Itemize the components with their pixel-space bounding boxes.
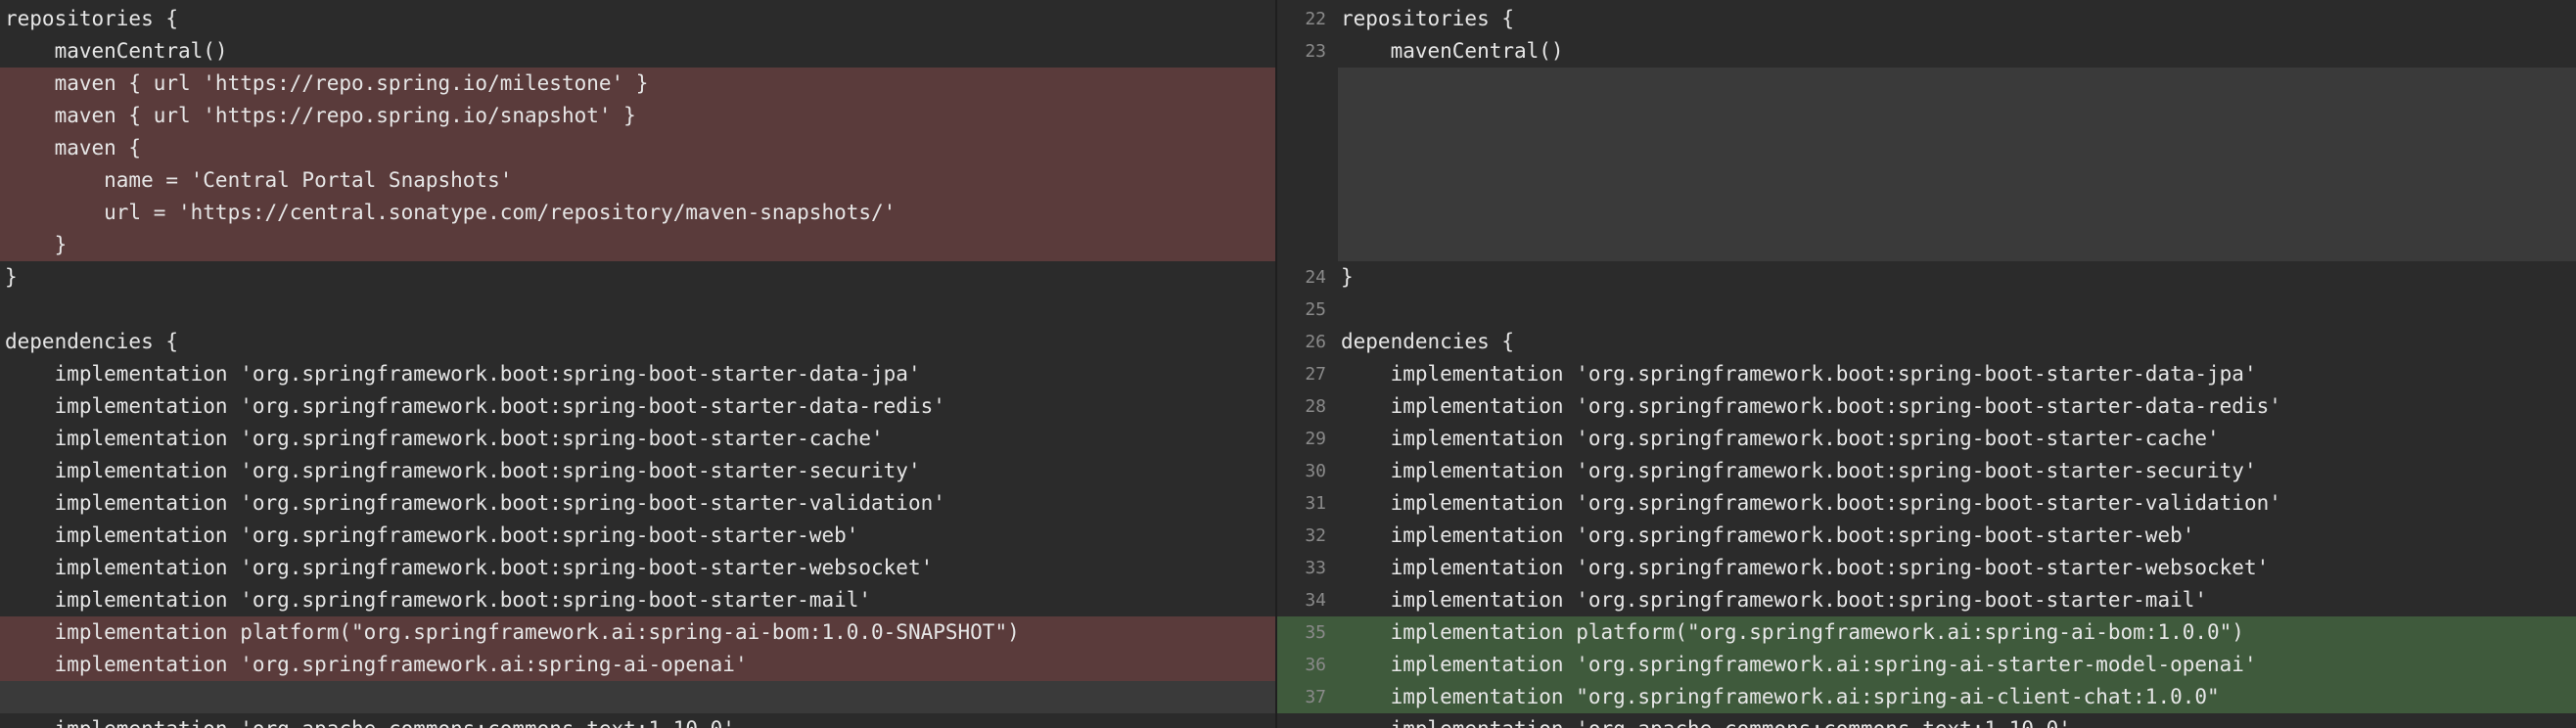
line-number: 24 (1305, 267, 1326, 288)
code-text: implementation 'org.springframework.boot… (1341, 588, 2208, 612)
code-line (0, 681, 1275, 713)
code-text: maven { url 'https://repo.spring.io/snap… (5, 104, 636, 127)
code-text: implementation 'org.apache.commons:commo… (1341, 713, 2071, 728)
code-line: repositories { (0, 3, 1275, 35)
code-text: implementation platform("org.springframe… (1341, 620, 2244, 644)
code-line: implementation 'org.springframework.boot… (0, 455, 1275, 487)
code-text: } (5, 233, 68, 256)
code-text: implementation "org.springframework.ai:s… (1341, 685, 2220, 708)
code-text: implementation platform("org.springframe… (5, 620, 1020, 644)
code-line: 32 implementation 'org.springframework.b… (1277, 520, 2576, 552)
code-text: implementation 'org.springframework.boot… (1341, 394, 2281, 418)
line-number: 23 (1305, 41, 1326, 62)
deleted-line: name = 'Central Portal Snapshots' (0, 164, 1275, 197)
code-text: url = 'https://central.sonatype.com/repo… (5, 201, 897, 224)
line-number: 26 (1305, 332, 1326, 352)
code-text: } (1341, 265, 1354, 289)
diff-viewer: repositories { mavenCentral() maven { ur… (0, 0, 2576, 728)
code-text: maven { url 'https://repo.spring.io/mile… (5, 71, 649, 95)
original-pane[interactable]: repositories { mavenCentral() maven { ur… (0, 0, 1275, 728)
line-number: 31 (1305, 493, 1326, 514)
code-text: implementation 'org.springframework.boot… (1341, 362, 2257, 386)
diff-filler-block (1338, 68, 2576, 261)
code-line: implementation 'org.apache.commons:commo… (1277, 713, 2576, 728)
added-line: 37 implementation "org.springframework.a… (1277, 681, 2576, 713)
code-line: 30 implementation 'org.springframework.b… (1277, 455, 2576, 487)
code-text: implementation 'org.springframework.boot… (5, 491, 945, 515)
code-text: implementation 'org.springframework.boot… (5, 362, 921, 386)
code-text: implementation 'org.springframework.ai:s… (5, 653, 748, 676)
line-number: 22 (1305, 9, 1326, 29)
code-text: implementation 'org.springframework.boot… (1341, 491, 2281, 515)
code-line: 29 implementation 'org.springframework.b… (1277, 423, 2576, 455)
code-text: implementation 'org.springframework.boot… (5, 427, 884, 450)
code-text: implementation 'org.springframework.boot… (5, 588, 872, 612)
code-line: 33 implementation 'org.springframework.b… (1277, 552, 2576, 584)
code-line: 25 (1277, 294, 2576, 326)
line-number: 32 (1305, 525, 1326, 546)
code-text: implementation 'org.springframework.boot… (5, 394, 945, 418)
code-line: 27 implementation 'org.springframework.b… (1277, 358, 2576, 390)
code-text: implementation 'org.springframework.boot… (1341, 556, 2270, 579)
code-text: mavenCentral() (1341, 39, 1564, 63)
line-number: 25 (1305, 299, 1326, 320)
deleted-line: implementation platform("org.springframe… (0, 616, 1275, 649)
code-line: implementation 'org.springframework.boot… (0, 487, 1275, 520)
code-text: implementation 'org.springframework.boot… (1341, 523, 2195, 547)
line-number: 30 (1305, 461, 1326, 481)
line-number: 37 (1305, 687, 1326, 707)
code-line: 23 mavenCentral() (1277, 35, 2576, 68)
line-number: 35 (1305, 622, 1326, 643)
code-line: 26 dependencies { (1277, 326, 2576, 358)
code-text: implementation 'org.springframework.boot… (1341, 427, 2220, 450)
code-line: implementation 'org.springframework.boot… (0, 520, 1275, 552)
deleted-line: url = 'https://central.sonatype.com/repo… (0, 197, 1275, 229)
code-text: maven { (5, 136, 142, 159)
code-text: dependencies { (1341, 330, 1515, 353)
code-text: implementation 'org.springframework.boot… (1341, 459, 2257, 482)
code-line: implementation 'org.springframework.boot… (0, 358, 1275, 390)
code-line: implementation 'org.springframework.boot… (0, 390, 1275, 423)
code-text: implementation 'org.springframework.boot… (5, 523, 859, 547)
code-line: } (0, 261, 1275, 294)
code-text: repositories { (1341, 7, 1515, 30)
code-text: dependencies { (5, 330, 179, 353)
modified-pane[interactable]: 22 repositories { 23 mavenCentral() 24} 2… (1277, 0, 2576, 728)
code-line: implementation 'org.springframework.boot… (0, 552, 1275, 584)
code-line: 22 repositories { (1277, 3, 2576, 35)
code-line: 34 implementation 'org.springframework.b… (1277, 584, 2576, 616)
added-line: 36 implementation 'org.springframework.a… (1277, 649, 2576, 681)
code-text: implementation 'org.springframework.boot… (5, 459, 921, 482)
deleted-line: implementation 'org.springframework.ai:s… (0, 649, 1275, 681)
deleted-line: maven { (0, 132, 1275, 164)
code-text: implementation 'org.apache.commons:commo… (5, 713, 735, 728)
deleted-line: } (0, 229, 1275, 261)
line-number: 29 (1305, 429, 1326, 449)
code-text: name = 'Central Portal Snapshots' (5, 168, 513, 192)
code-line: 28 implementation 'org.springframework.b… (1277, 390, 2576, 423)
deleted-line: maven { url 'https://repo.spring.io/mile… (0, 68, 1275, 100)
code-line: 31 implementation 'org.springframework.b… (1277, 487, 2576, 520)
line-number: 27 (1305, 364, 1326, 385)
code-text: implementation 'org.springframework.boot… (5, 556, 934, 579)
code-line: mavenCentral() (0, 35, 1275, 68)
code-text: } (5, 265, 18, 289)
code-text: implementation 'org.springframework.ai:s… (1341, 653, 2257, 676)
code-line: implementation 'org.springframework.boot… (0, 423, 1275, 455)
code-line: 24} (1277, 261, 2576, 294)
code-text: mavenCentral() (5, 39, 228, 63)
code-line: dependencies { (0, 326, 1275, 358)
line-number: 28 (1305, 396, 1326, 417)
line-number: 33 (1305, 558, 1326, 578)
line-number: 36 (1305, 655, 1326, 675)
code-text: repositories { (5, 7, 179, 30)
line-number: 34 (1305, 590, 1326, 611)
deleted-line: maven { url 'https://repo.spring.io/snap… (0, 100, 1275, 132)
added-line: 35 implementation platform("org.springfr… (1277, 616, 2576, 649)
code-line: implementation 'org.springframework.boot… (0, 584, 1275, 616)
code-line: implementation 'org.apache.commons:commo… (0, 713, 1275, 728)
